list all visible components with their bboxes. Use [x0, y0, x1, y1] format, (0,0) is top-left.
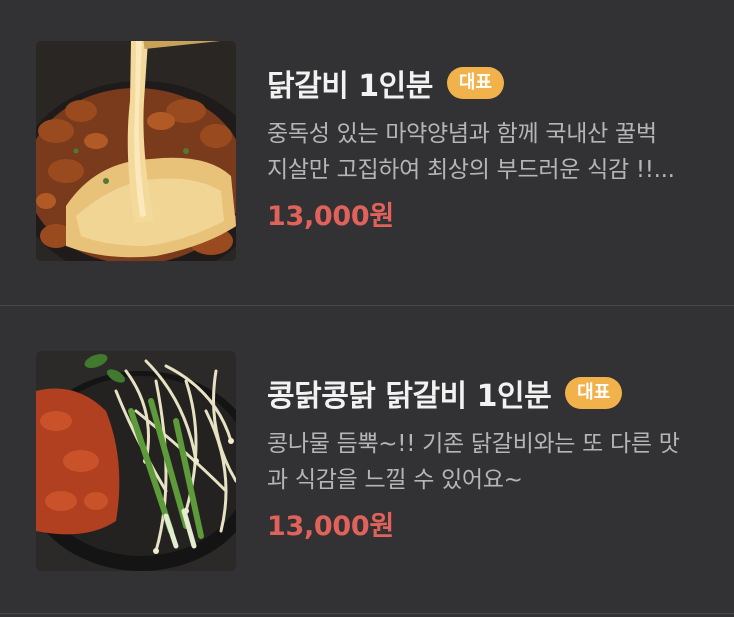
menu-item-info: 콩닭콩닭 닭갈비 1인분 대표 콩나물 듬뿍~!! 기존 닭갈비와는 또 다른 …	[267, 370, 717, 543]
menu-item-image[interactable]	[36, 351, 236, 571]
menu-item-dakgalbi[interactable]: 닭갈비 1인분 대표 중독성 있는 마약양념과 함께 국내산 꿀벅 지살만 고집…	[0, 0, 734, 306]
menu-item-title: 닭갈비 1인분	[267, 69, 433, 104]
menu-item-info: 닭갈비 1인분 대표 중독성 있는 마약양념과 함께 국내산 꿀벅 지살만 고집…	[267, 60, 717, 233]
menu-item-price: 13,000원	[267, 511, 394, 542]
menu-item-image[interactable]	[36, 41, 236, 261]
menu-item-kongdak-dakgalbi[interactable]: 콩닭콩닭 닭갈비 1인분 대표 콩나물 듬뿍~!! 기존 닭갈비와는 또 다른 …	[0, 306, 734, 614]
menu-item-description: 중독성 있는 마약양념과 함께 국내산 꿀벅 지살만 고집하여 최상의 부드러운…	[267, 116, 717, 188]
menu-list: 닭갈비 1인분 대표 중독성 있는 마약양념과 함께 국내산 꿀벅 지살만 고집…	[0, 0, 734, 617]
menu-item-description: 콩나물 듬뿍~!! 기존 닭갈비와는 또 다른 맛 과 식감을 느낄 수 있어요…	[267, 426, 717, 498]
cheese-dakgalbi-photo	[36, 41, 236, 261]
title-row: 콩닭콩닭 닭갈비 1인분 대표	[267, 370, 717, 416]
description-line: 지살만 고집하여 최상의 부드러운 식감 !!...	[267, 157, 675, 183]
title-row: 닭갈비 1인분 대표	[267, 60, 717, 106]
signature-badge: 대표	[446, 67, 504, 99]
description-line: 중독성 있는 마약양념과 함께 국내산 꿀벅	[267, 121, 657, 147]
description-line: 과 식감을 느낄 수 있어요~	[267, 467, 523, 493]
description-line: 콩나물 듬뿍~!! 기존 닭갈비와는 또 다른 맛	[267, 431, 680, 457]
menu-item-title: 콩닭콩닭 닭갈비 1인분	[267, 379, 552, 414]
bean-sprout-dakgalbi-photo	[36, 351, 236, 571]
signature-badge: 대표	[565, 377, 623, 409]
menu-item-price: 13,000원	[267, 201, 394, 232]
